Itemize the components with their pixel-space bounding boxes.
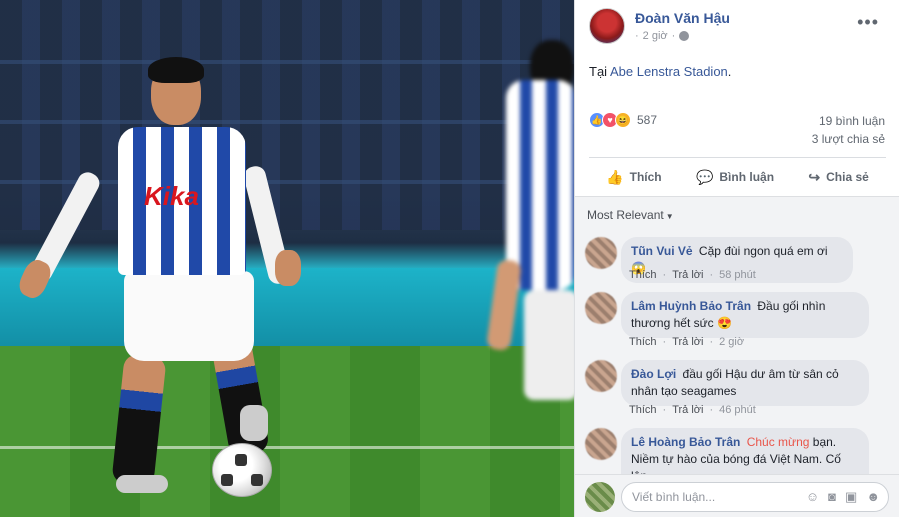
- post-text: Tại Abe Lenstra Stadion.: [589, 64, 732, 79]
- comment-button[interactable]: 💬 Bình luận: [696, 169, 774, 186]
- comments-sort-dropdown[interactable]: Most Relevant ▼: [587, 208, 674, 222]
- commenter-name[interactable]: Lâm Huỳnh Bảo Trân: [631, 299, 751, 313]
- camera-icon[interactable]: ◙: [828, 489, 836, 505]
- comment-count[interactable]: 19 bình luận: [819, 114, 885, 128]
- shirt-sponsor: Kika: [144, 181, 199, 211]
- more-options-icon[interactable]: •••: [857, 12, 879, 33]
- post-header: Đoàn Văn Hậu · 2 giờ · •••: [589, 8, 889, 46]
- comment-bubble: Lâm Huỳnh Bảo Trân Đầu gối nhìn thương h…: [621, 292, 869, 338]
- sticker-icon[interactable]: ☻: [866, 489, 880, 505]
- reactions-summary[interactable]: 👍 ♥ 😆 587: [589, 112, 657, 128]
- globe-icon[interactable]: [679, 31, 690, 41]
- post-actions: 👍 Thích 💬 Bình luận ↪ Chia sẻ: [589, 162, 886, 192]
- comment-actions: Thích · Trả lời · 46 phút: [629, 404, 756, 416]
- comment-mention[interactable]: Chúc mừng: [747, 435, 810, 449]
- comment-actions: Thích · Trả lời · 58 phút: [629, 269, 756, 281]
- gif-icon[interactable]: ▣: [845, 489, 857, 505]
- post-panel: Đoàn Văn Hậu · 2 giờ · ••• Tại Abe Lenst…: [574, 0, 899, 517]
- share-count[interactable]: 3 lượt chia sẻ: [812, 132, 885, 146]
- write-comment-box: Viết bình luận... ☺ ◙ ▣ ☻: [575, 474, 899, 517]
- location-link[interactable]: Abe Lenstra Stadion: [610, 64, 728, 79]
- comment-time[interactable]: 58 phút: [719, 269, 756, 281]
- comment-input-icons: ☺ ◙ ▣ ☻: [806, 489, 880, 505]
- comment-reply-link[interactable]: Trả lời: [672, 404, 703, 416]
- commenter-avatar[interactable]: [585, 237, 617, 269]
- comment-like-link[interactable]: Thích: [629, 404, 657, 416]
- share-button[interactable]: ↪ Chia sẻ: [808, 169, 868, 186]
- post-time[interactable]: 2 giờ: [643, 30, 668, 42]
- time-dot: ·: [635, 30, 639, 42]
- comment-reply-link[interactable]: Trả lời: [672, 269, 703, 281]
- current-user-avatar: [585, 482, 615, 512]
- football-player: Kika: [15, 55, 320, 505]
- comment-icon: 💬: [695, 168, 714, 185]
- commenter-avatar[interactable]: [585, 428, 617, 460]
- emoji-icon[interactable]: ☺: [806, 489, 819, 505]
- caret-down-icon: ▼: [665, 212, 674, 221]
- reaction-count: 587: [637, 113, 658, 127]
- post-meta: · 2 giờ ·: [635, 30, 690, 42]
- commenter-avatar[interactable]: [585, 360, 617, 392]
- comment-reply-link[interactable]: Trả lời: [672, 336, 703, 348]
- commenter-name[interactable]: Đào Lợi: [631, 367, 676, 381]
- background-player: [485, 40, 574, 440]
- thumbs-up-icon: 👍: [606, 168, 624, 185]
- time-dot: ·: [671, 30, 676, 42]
- share-icon: ↪: [808, 168, 821, 185]
- football: [212, 443, 272, 497]
- comment-bubble: Đào Lợi đầu gối Hậu dư âm từ sân cỏ nhân…: [621, 360, 869, 406]
- commenter-avatar[interactable]: [585, 292, 617, 324]
- author-avatar[interactable]: [589, 8, 625, 44]
- comment-like-link[interactable]: Thích: [629, 336, 657, 348]
- comments-area: Most Relevant ▼ Tũn Vui Vẻ Cặp đùi ngon q…: [575, 196, 899, 517]
- haha-reaction-icon: 😆: [615, 112, 631, 128]
- comment-like-link[interactable]: Thích: [629, 269, 657, 281]
- commenter-name[interactable]: Tũn Vui Vẻ: [631, 244, 693, 258]
- comment-time[interactable]: 2 giờ: [719, 336, 744, 348]
- comment-time[interactable]: 46 phút: [719, 404, 756, 416]
- like-button[interactable]: 👍 Thích: [606, 169, 661, 186]
- comment-actions: Thích · Trả lời · 2 giờ: [629, 336, 745, 348]
- commenter-name[interactable]: Lê Hoàng Bảo Trân: [631, 435, 740, 449]
- divider: [589, 157, 886, 158]
- author-name[interactable]: Đoàn Văn Hậu: [635, 10, 730, 26]
- post-photo[interactable]: Kika: [0, 0, 574, 517]
